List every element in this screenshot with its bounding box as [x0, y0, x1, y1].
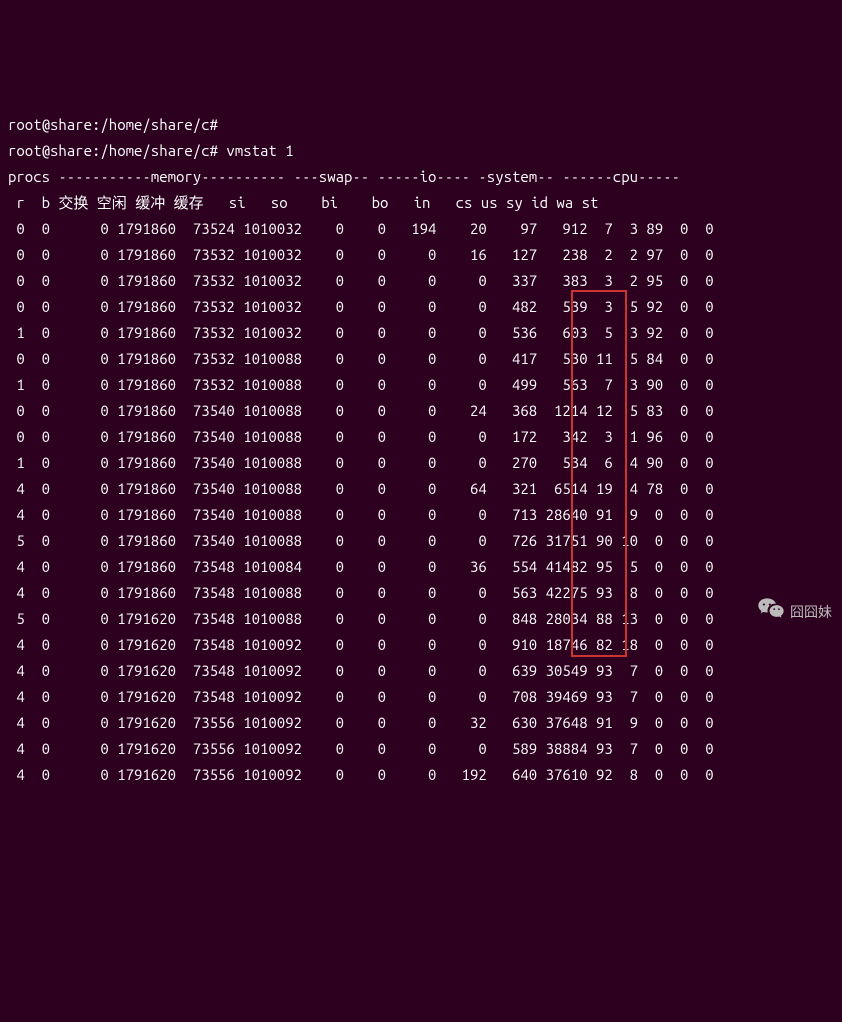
terminal-line: 0 0 0 1791860 73540 1010088 0 0 0 24 368…	[8, 398, 834, 424]
terminal-line: 4 0 0 1791620 73556 1010092 0 0 0 192 64…	[8, 762, 834, 788]
terminal-line: r b 交换 空闲 缓冲 缓存 si so bi bo in cs us sy …	[8, 190, 834, 216]
terminal-line: 5 0 0 1791620 73548 1010088 0 0 0 0 848 …	[8, 606, 834, 632]
terminal-line: 5 0 0 1791860 73540 1010088 0 0 0 0 726 …	[8, 528, 834, 554]
terminal-line: 4 0 0 1791860 73548 1010088 0 0 0 0 563 …	[8, 580, 834, 606]
terminal-line: 0 0 0 1791860 73532 1010032 0 0 0 16 127…	[8, 242, 834, 268]
terminal-line: 1 0 0 1791860 73540 1010088 0 0 0 0 270 …	[8, 450, 834, 476]
terminal-line: 4 0 0 1791620 73548 1010092 0 0 0 0 708 …	[8, 684, 834, 710]
terminal-line: 4 0 0 1791620 73548 1010092 0 0 0 0 910 …	[8, 632, 834, 658]
terminal-line: 0 0 0 1791860 73532 1010032 0 0 0 0 337 …	[8, 268, 834, 294]
terminal-line: 0 0 0 1791860 73532 1010088 0 0 0 0 417 …	[8, 346, 834, 372]
terminal-output[interactable]: root@share:/home/share/c#root@share:/hom…	[8, 112, 834, 788]
terminal-line: 1 0 0 1791860 73532 1010032 0 0 0 0 536 …	[8, 320, 834, 346]
terminal-line: 0 0 0 1791860 73532 1010032 0 0 0 0 482 …	[8, 294, 834, 320]
terminal-line: root@share:/home/share/c# vmstat 1	[8, 138, 834, 164]
terminal-line: 4 0 0 1791620 73556 1010092 0 0 0 0 589 …	[8, 736, 834, 762]
terminal-line: 4 0 0 1791860 73540 1010088 0 0 0 0 713 …	[8, 502, 834, 528]
terminal-line: 4 0 0 1791860 73548 1010084 0 0 0 36 554…	[8, 554, 834, 580]
terminal-line: 4 0 0 1791860 73540 1010088 0 0 0 64 321…	[8, 476, 834, 502]
terminal-line: 4 0 0 1791620 73556 1010092 0 0 0 32 630…	[8, 710, 834, 736]
terminal-line: 0 0 0 1791860 73524 1010032 0 0 194 20 9…	[8, 216, 834, 242]
terminal-line: 0 0 0 1791860 73540 1010088 0 0 0 0 172 …	[8, 424, 834, 450]
terminal-line: root@share:/home/share/c#	[8, 112, 834, 138]
terminal-line: procs -----------memory---------- ---swa…	[8, 164, 834, 190]
terminal-line: 4 0 0 1791620 73548 1010092 0 0 0 0 639 …	[8, 658, 834, 684]
terminal-line: 1 0 0 1791860 73532 1010088 0 0 0 0 499 …	[8, 372, 834, 398]
